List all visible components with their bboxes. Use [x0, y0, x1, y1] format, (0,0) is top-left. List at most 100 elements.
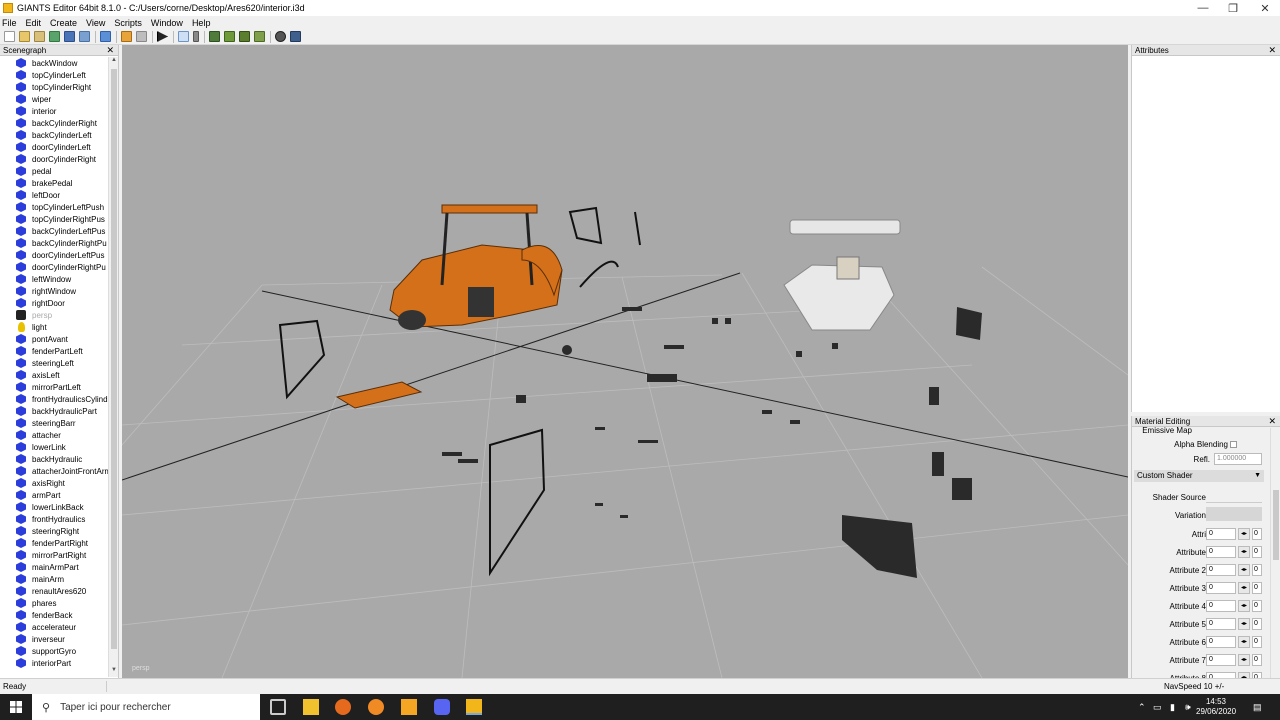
scenegraph-node[interactable]: fenderPartLeft — [0, 345, 108, 357]
scenegraph-node[interactable]: lowerLink — [0, 441, 108, 453]
attributes-close-button[interactable]: ✕ — [1268, 45, 1276, 56]
scenegraph-scrollbar[interactable]: ▲ ▼ — [108, 57, 118, 677]
scenegraph-node[interactable]: fenderBack — [0, 609, 108, 621]
close-button[interactable]: ✕ — [1250, 0, 1280, 16]
scenegraph-node[interactable]: topCylinderLeft — [0, 69, 108, 81]
shader-attribute-input-2[interactable]: 0 — [1252, 528, 1262, 540]
minimize-button[interactable]: — — [1188, 0, 1218, 16]
spin-arrows-icon[interactable]: ◂▸ — [1238, 528, 1250, 540]
scenegraph-node[interactable]: backCylinderLeft — [0, 129, 108, 141]
redo-icon[interactable] — [136, 31, 147, 42]
notifications-icon[interactable]: ▤ — [1253, 694, 1262, 720]
spin-arrows-icon[interactable]: ◂▸ — [1238, 654, 1250, 666]
scenegraph-node[interactable]: pedal — [0, 165, 108, 177]
scenegraph-node[interactable]: pontAvant — [0, 333, 108, 345]
shader-attribute-input-2[interactable]: 0 — [1252, 654, 1262, 666]
open-folder-icon[interactable] — [19, 31, 30, 42]
scenegraph-node[interactable]: topCylinderLeftPush — [0, 201, 108, 213]
task-view-icon[interactable] — [270, 699, 286, 715]
shader-attribute-input-2[interactable]: 0 — [1252, 618, 1262, 630]
orange-panel-part[interactable] — [335, 381, 423, 409]
shader-attribute-input[interactable]: 0 — [1206, 636, 1236, 648]
shader-attribute-input-2[interactable]: 0 — [1252, 564, 1262, 576]
scenegraph-node[interactable]: backCylinderLeftPus — [0, 225, 108, 237]
notes-app-icon[interactable] — [401, 699, 417, 715]
scenegraph-node[interactable]: backHydraulicPart — [0, 405, 108, 417]
scenegraph-node[interactable]: wiper — [0, 93, 108, 105]
3d-viewport[interactable]: persp — [122, 45, 1128, 678]
spin-arrows-icon[interactable]: ◂▸ — [1238, 618, 1250, 630]
spin-arrows-icon[interactable]: ◂▸ — [1238, 600, 1250, 612]
taskbar-clock[interactable]: 14:53 29/06/2020 — [1196, 697, 1236, 717]
blender-icon[interactable] — [368, 699, 384, 715]
battery-icon[interactable]: ▮ — [1170, 694, 1175, 720]
refl-input[interactable]: 1.000000 — [1214, 453, 1262, 465]
scenegraph-node[interactable]: mainArmPart — [0, 561, 108, 573]
scenegraph-node[interactable]: frontHydraulics — [0, 513, 108, 525]
scenegraph-node[interactable]: backCylinderRightPu — [0, 237, 108, 249]
scenegraph-node[interactable]: accelerateur — [0, 621, 108, 633]
scenegraph-node[interactable]: doorCylinderRightPu — [0, 261, 108, 273]
scenegraph-node[interactable]: backHydraulic — [0, 453, 108, 465]
taskbar-search-box[interactable]: ⚲ Taper ici pour rechercher — [32, 694, 260, 720]
firefox-icon[interactable] — [335, 699, 351, 715]
menu-create[interactable]: Create — [50, 18, 77, 28]
play-icon[interactable] — [157, 31, 168, 42]
restore-button[interactable]: ❐ — [1218, 0, 1248, 16]
spin-arrows-icon[interactable]: ◂▸ — [1238, 636, 1250, 648]
scenegraph-node[interactable]: persp — [0, 309, 108, 321]
scenegraph-node[interactable]: rightDoor — [0, 297, 108, 309]
shader-attribute-input[interactable]: 0 — [1206, 582, 1236, 594]
save-as-icon[interactable] — [79, 31, 90, 42]
menu-view[interactable]: View — [86, 18, 105, 28]
shader-attribute-input-2[interactable]: 0 — [1252, 600, 1262, 612]
new-file-icon[interactable] — [4, 31, 15, 42]
scenegraph-tree[interactable]: backWindow topCylinderLeft topCylinderRigh… — [0, 57, 108, 677]
scenegraph-node[interactable]: doorCylinderLeft — [0, 141, 108, 153]
shader-attribute-input[interactable]: 0 — [1206, 564, 1236, 576]
shader-source-field[interactable] — [1206, 491, 1262, 503]
network-icon[interactable]: ▭ — [1153, 694, 1162, 720]
material-scrollbar[interactable] — [1270, 428, 1280, 678]
shader-attribute-input-2[interactable]: 0 — [1252, 582, 1262, 594]
shader-attribute-input[interactable]: 0 — [1206, 600, 1236, 612]
scenegraph-node[interactable]: backCylinderRight — [0, 117, 108, 129]
refresh-icon[interactable] — [49, 31, 60, 42]
variation-select[interactable] — [1206, 507, 1262, 521]
scenegraph-node[interactable]: topCylinderRight — [0, 81, 108, 93]
tractor-model[interactable] — [389, 204, 563, 330]
menu-file[interactable]: File — [2, 18, 17, 28]
scroll-down-icon[interactable]: ▼ — [109, 667, 119, 677]
settings-icon[interactable] — [275, 31, 286, 42]
scenegraph-node[interactable]: armPart — [0, 489, 108, 501]
paint-icon[interactable] — [239, 31, 250, 42]
scenegraph-node[interactable]: doorCylinderLeftPus — [0, 249, 108, 261]
scenegraph-node[interactable]: supportGyro — [0, 645, 108, 657]
scenegraph-node[interactable]: attacher — [0, 429, 108, 441]
volume-icon[interactable]: 🕪 — [1185, 694, 1191, 720]
scenegraph-node[interactable]: renaultAres620 — [0, 585, 108, 597]
scenegraph-node[interactable]: frontHydraulicsCylind — [0, 393, 108, 405]
shader-attribute-input[interactable]: 0 — [1206, 654, 1236, 666]
scenegraph-node[interactable]: backWindow — [0, 57, 108, 69]
scenegraph-node[interactable]: steeringBarr — [0, 417, 108, 429]
texture-icon[interactable] — [254, 31, 265, 42]
menu-edit[interactable]: Edit — [26, 18, 42, 28]
scenegraph-node[interactable]: mainArm — [0, 573, 108, 585]
shader-attribute-input[interactable]: 0 — [1206, 528, 1236, 540]
scenegraph-node[interactable]: steeringRight — [0, 525, 108, 537]
scenegraph-node[interactable]: brakePedal — [0, 177, 108, 189]
menu-scripts[interactable]: Scripts — [114, 18, 142, 28]
spin-arrows-icon[interactable]: ◂▸ — [1238, 564, 1250, 576]
spin-arrows-icon[interactable]: ◂▸ — [1238, 582, 1250, 594]
menu-window[interactable]: Window — [151, 18, 183, 28]
scenegraph-node[interactable]: leftDoor — [0, 189, 108, 201]
scenegraph-node[interactable]: axisLeft — [0, 369, 108, 381]
menu-help[interactable]: Help — [192, 18, 211, 28]
scenegraph-node[interactable]: steeringLeft — [0, 357, 108, 369]
chevron-down-icon[interactable]: ▼ — [1254, 470, 1261, 482]
scenegraph-node[interactable]: leftWindow — [0, 273, 108, 285]
shader-attribute-input[interactable]: 0 — [1206, 618, 1236, 630]
shader-attribute-input-2[interactable]: 0 — [1252, 546, 1262, 558]
custom-shader-section[interactable]: Custom Shader ▼ — [1134, 470, 1264, 482]
